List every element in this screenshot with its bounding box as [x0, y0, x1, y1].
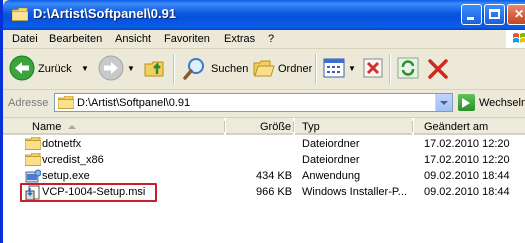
- menu-ansicht[interactable]: Ansicht: [115, 33, 151, 45]
- file-name: setup.exe: [42, 170, 90, 182]
- windows-logo: [506, 30, 525, 48]
- back-arrow-icon[interactable]: [9, 55, 35, 81]
- go-button-label[interactable]: Wechseln zu: [479, 97, 525, 109]
- file-modified: 17.02.2010 12:20: [424, 138, 510, 150]
- column-header-size[interactable]: Größe: [226, 118, 293, 135]
- file-modified: 09.02.2010 18:44: [424, 170, 510, 182]
- menu-extras[interactable]: Extras: [224, 33, 255, 45]
- file-modified: 17.02.2010 12:20: [424, 154, 510, 166]
- views-dropdown-icon[interactable]: ▼: [348, 64, 356, 73]
- folder-icon: [58, 96, 74, 109]
- back-dropdown-icon[interactable]: ▼: [81, 64, 89, 73]
- column-header-type-label: Typ: [302, 121, 320, 133]
- folders-button-label[interactable]: Ordner: [278, 63, 312, 75]
- minimize-icon: [462, 5, 481, 24]
- sort-ascending-icon: [68, 125, 76, 129]
- close-x-icon[interactable]: [427, 58, 449, 80]
- forward-dropdown-icon[interactable]: ▼: [127, 64, 135, 73]
- close-button[interactable]: ✕: [507, 4, 525, 25]
- column-header-name-label: Name: [32, 121, 62, 133]
- maximize-button[interactable]: [484, 4, 505, 25]
- file-size: 966 KB: [256, 186, 293, 198]
- maximize-icon: [485, 5, 504, 24]
- file-row[interactable]: vcredist_x86 Dateiordner 17.02.2010 12:2…: [3, 152, 525, 168]
- toolbar-separator: [173, 54, 175, 84]
- go-arrow-icon[interactable]: [458, 94, 475, 111]
- toolbar: Zurück ▼ ▼ Suchen Ordner ▼: [3, 49, 525, 90]
- folder-up-icon[interactable]: [143, 56, 167, 80]
- column-header-modified-label: Geändert am: [424, 121, 489, 133]
- address-field[interactable]: D:\Artist\Softpanel\0.91: [54, 93, 453, 112]
- file-type: Dateiordner: [302, 138, 360, 150]
- menu-bearbeiten[interactable]: Bearbeiten: [49, 33, 102, 45]
- file-name: vcredist_x86: [42, 154, 104, 166]
- file-name: dotnetfx: [42, 138, 82, 150]
- file-size: 434 KB: [256, 170, 293, 182]
- address-value: D:\Artist\Softpanel\0.91: [77, 97, 191, 109]
- setup-exe-icon: [25, 169, 41, 183]
- search-button-label[interactable]: Suchen: [211, 63, 248, 75]
- delete-file-icon[interactable]: [363, 58, 383, 78]
- address-bar: Adresse D:\Artist\Softpanel\0.91 Wechsel…: [3, 90, 525, 118]
- refresh-icon[interactable]: [397, 57, 419, 79]
- column-header-modified[interactable]: Geändert am: [414, 118, 525, 135]
- file-modified: 09.02.2010 18:44: [424, 186, 510, 198]
- explorer-window: D:\Artist\Softpanel\0.91 ✕ Datei Bearbei…: [0, 0, 525, 243]
- highlight-annotation-box: [20, 183, 157, 202]
- back-button-label[interactable]: Zurück: [38, 63, 72, 75]
- address-label: Adresse: [8, 97, 49, 109]
- folder-icon: [25, 153, 41, 166]
- menu-help[interactable]: ?: [268, 33, 274, 45]
- views-icon[interactable]: [323, 57, 345, 79]
- close-icon: ✕: [513, 7, 525, 21]
- menu-datei[interactable]: Datei: [12, 33, 38, 45]
- column-header-size-label: Größe: [260, 121, 292, 133]
- forward-arrow-icon[interactable]: [98, 55, 124, 81]
- file-type: Windows Installer-P...: [302, 186, 407, 198]
- address-dropdown-button[interactable]: [435, 94, 452, 111]
- folder-icon: [12, 8, 28, 21]
- column-header-name[interactable]: Name: [3, 118, 224, 135]
- toolbar-separator: [315, 54, 317, 84]
- file-type: Anwendung: [302, 170, 361, 182]
- window-title: D:\Artist\Softpanel\0.91: [33, 6, 177, 21]
- folders-icon[interactable]: [252, 56, 276, 80]
- menu-favoriten[interactable]: Favoriten: [164, 33, 210, 45]
- file-type: Dateiordner: [302, 154, 360, 166]
- column-header-type[interactable]: Typ: [295, 118, 412, 135]
- search-icon[interactable]: [182, 55, 208, 81]
- windows-flag-icon: [513, 33, 525, 43]
- folder-icon: [25, 137, 41, 150]
- file-row[interactable]: setup.exe 434 KB Anwendung 09.02.2010 18…: [3, 168, 525, 184]
- toolbar-separator: [389, 54, 391, 84]
- title-bar[interactable]: D:\Artist\Softpanel\0.91 ✕: [3, 0, 525, 30]
- file-list: Name Größe Typ Geändert am dotnetfx Date…: [3, 118, 525, 243]
- minimize-button[interactable]: [461, 4, 482, 25]
- file-row[interactable]: dotnetfx Dateiordner 17.02.2010 12:20: [3, 136, 525, 152]
- menu-bar: Datei Bearbeiten Ansicht Favoriten Extra…: [3, 30, 525, 49]
